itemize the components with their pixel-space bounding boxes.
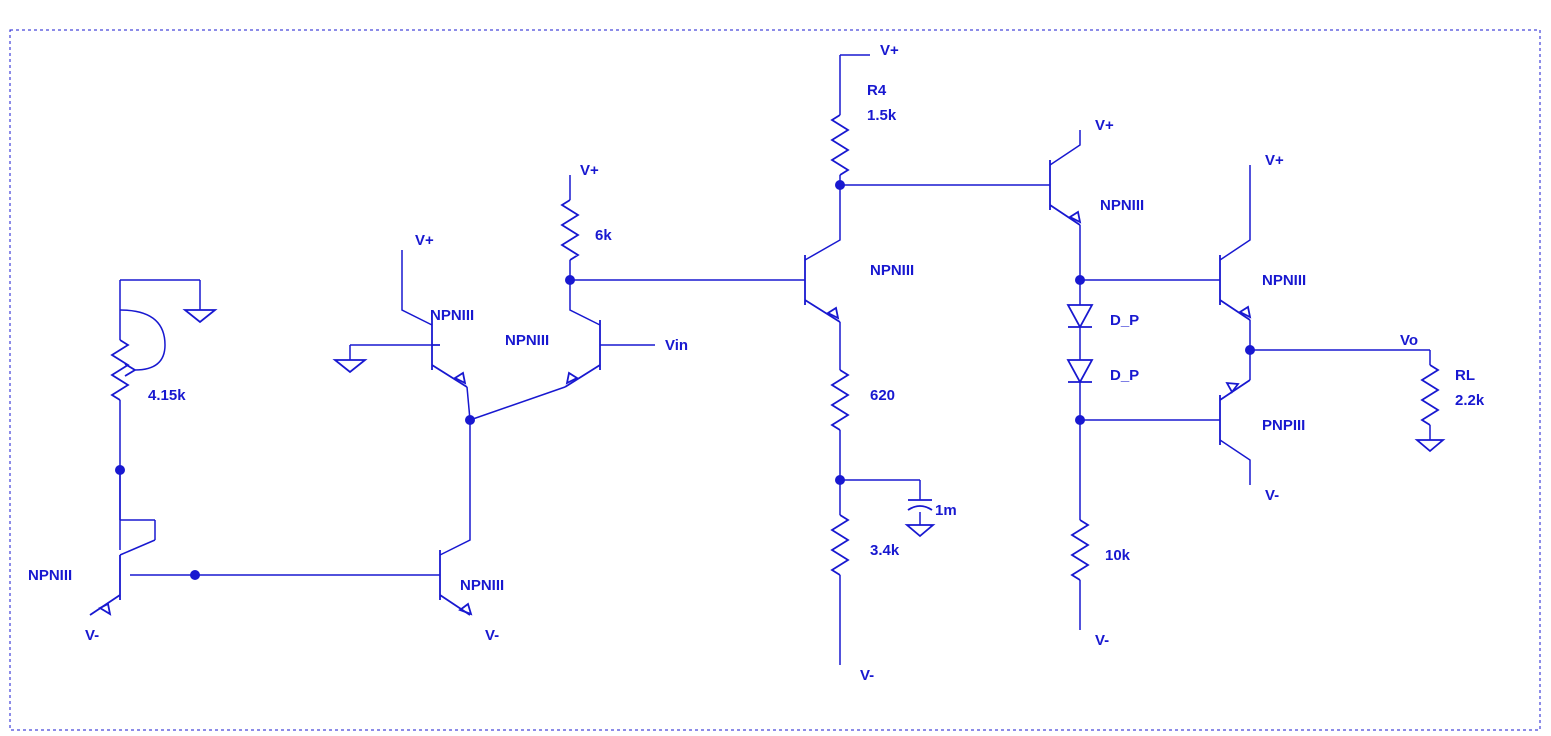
transistor-q5: [795, 175, 840, 355]
transistor-q3: [402, 250, 470, 420]
resistor-r6: [832, 480, 848, 665]
r4name-label: R4: [867, 82, 887, 99]
r4-label: 1.5k: [867, 107, 897, 124]
gnd-left: [120, 280, 215, 322]
selection-box: [10, 30, 1540, 730]
vm4-label: V-: [1095, 632, 1109, 649]
transistor-q4: [470, 280, 655, 420]
r1-label: 4.15k: [148, 387, 186, 404]
r7-label: 10k: [1105, 547, 1131, 564]
r6-label: 3.4k: [870, 542, 900, 559]
vp3-label: V+: [880, 42, 899, 59]
cap-label: 1m: [935, 502, 957, 519]
transistor-q7: [1210, 165, 1250, 350]
vin-label: Vin: [665, 337, 688, 354]
q6-label: NPNIII: [1100, 197, 1144, 214]
vm5-label: V-: [1265, 487, 1279, 504]
q8-label: PNPIII: [1262, 417, 1305, 434]
resistor-r5: [832, 355, 848, 480]
vp5-label: V+: [1265, 152, 1284, 169]
transistor-q8: [1210, 350, 1250, 485]
resistor-r2: [562, 175, 578, 280]
rlname-label: RL: [1455, 367, 1475, 384]
gnd-q3base: [335, 345, 440, 372]
q3-label: NPNIII: [430, 307, 474, 324]
vm1-label: V-: [85, 627, 99, 644]
vp4-label: V+: [1095, 117, 1114, 134]
q1-label: NPNIII: [28, 567, 72, 584]
d2-label: D_P: [1110, 367, 1139, 384]
r5-label: 620: [870, 387, 895, 404]
resistor-r7: [1072, 420, 1088, 630]
d1-label: D_P: [1110, 312, 1139, 329]
resistor-r4: [832, 55, 848, 175]
vm3-label: V-: [860, 667, 874, 684]
vo-label: Vo: [1400, 332, 1418, 349]
q7-label: NPNIII: [1262, 272, 1306, 289]
resistor-rl: [1417, 350, 1443, 451]
diode-d2: [1068, 360, 1092, 420]
vm2-label: V-: [485, 627, 499, 644]
q2-label: NPNIII: [460, 577, 504, 594]
diode-d1: [1068, 280, 1092, 360]
transistor-q1: [90, 470, 195, 615]
transistor-q6: [1040, 130, 1080, 280]
rl-label: 2.2k: [1455, 392, 1485, 409]
cap-c1: [840, 480, 933, 536]
q5-label: NPNIII: [870, 262, 914, 279]
vp2-label: V+: [580, 162, 599, 179]
vp1-label: V+: [415, 232, 434, 249]
r2-label: 6k: [595, 227, 612, 244]
q4-label: NPNIII: [505, 332, 549, 349]
